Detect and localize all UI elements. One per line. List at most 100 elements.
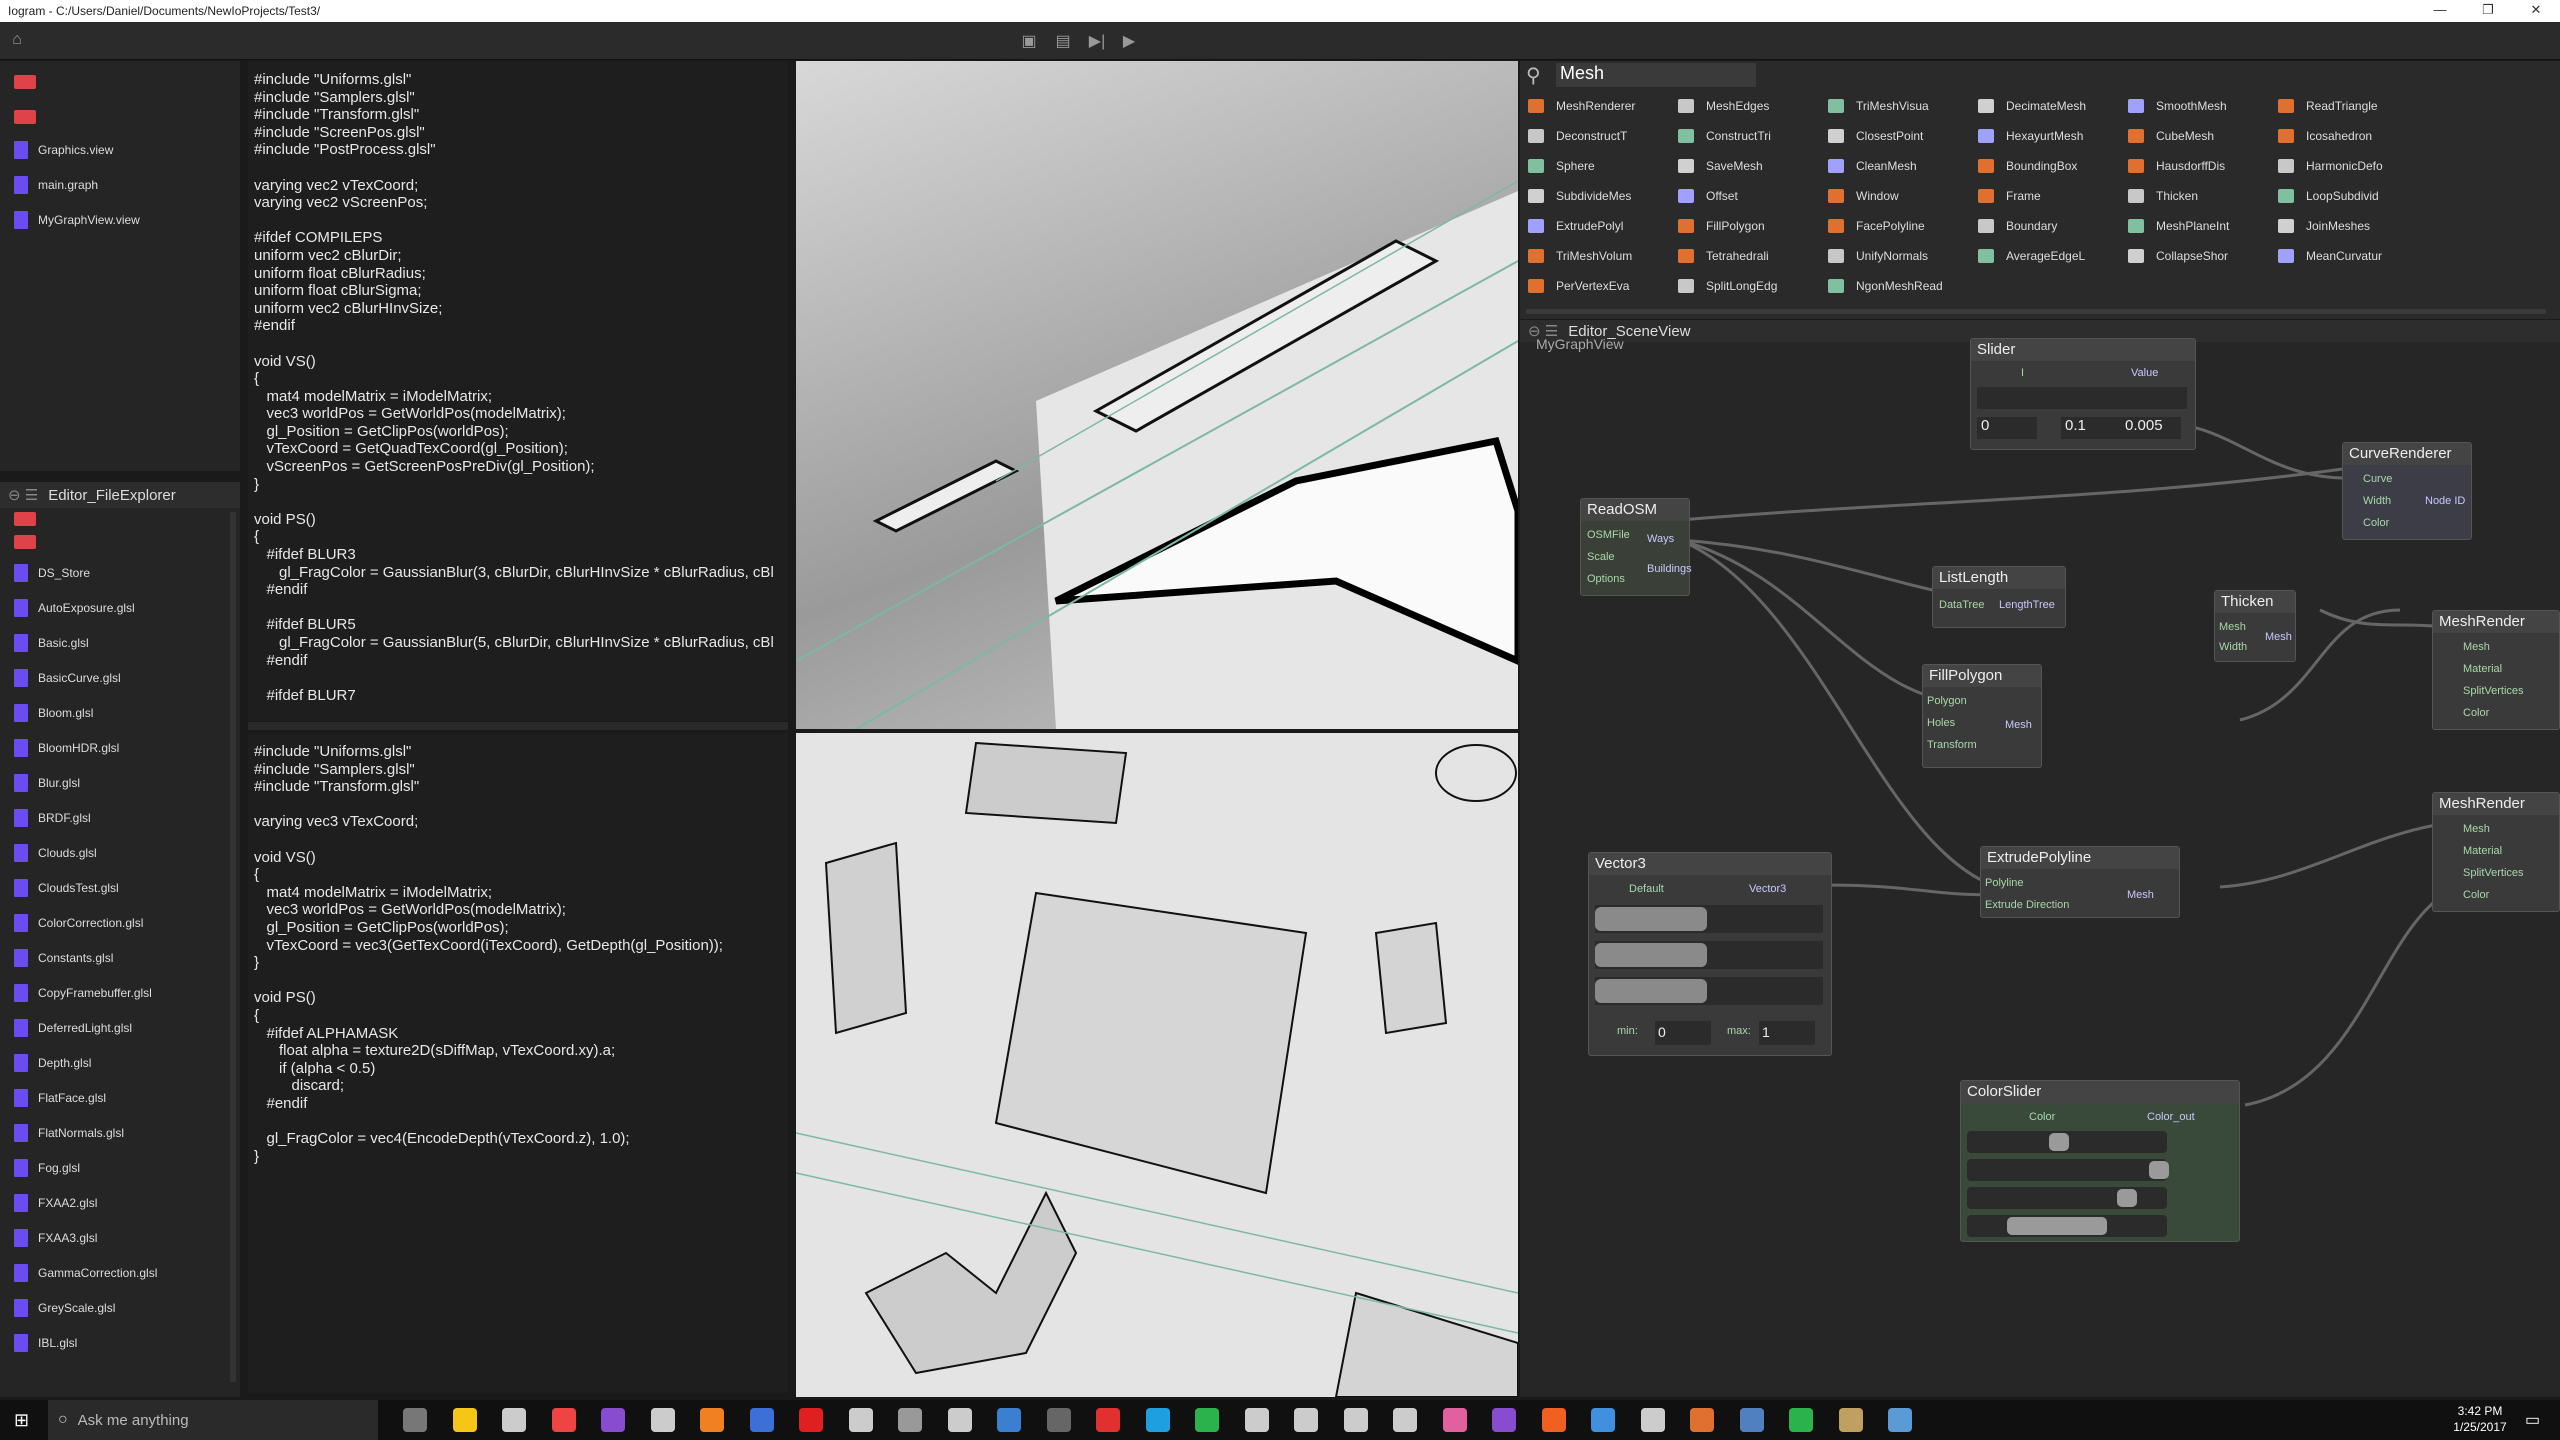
color-slider-track[interactable] [1967, 1215, 2167, 1237]
library-item[interactable]: SaveMesh [1678, 159, 1763, 173]
vector3-slider[interactable] [1595, 977, 1823, 1005]
library-item[interactable]: SubdivideMes [1528, 189, 1631, 203]
node-meshr1[interactable]: MeshRender Mesh Material SplitVertices Color [2432, 610, 2560, 730]
library-item[interactable]: MeshEdges [1678, 99, 1769, 113]
node-output-pin[interactable]: Mesh [2127, 889, 2154, 901]
file-item[interactable]: MyGraphView.view [14, 209, 140, 231]
library-item[interactable]: TriMeshVisua [1828, 99, 1929, 113]
maximize-button[interactable]: ❐ [2468, 2, 2508, 18]
node-max-label[interactable]: max: [1727, 1025, 1751, 1037]
library-item[interactable]: HexayurtMesh [1978, 129, 2083, 143]
library-item[interactable]: Boundary [1978, 219, 2057, 233]
library-item[interactable]: Frame [1978, 189, 2041, 203]
taskbar-app-icon[interactable] [1591, 1408, 1615, 1432]
taskbar-app-icon[interactable] [1294, 1408, 1318, 1432]
taskbar-app-icon[interactable] [1640, 1408, 1665, 1432]
file-item[interactable]: GammaCorrection.glsl [14, 1262, 157, 1284]
file-item[interactable]: main.graph [14, 174, 98, 196]
library-item[interactable]: NgonMeshRead [1828, 279, 1943, 293]
library-item[interactable]: MeanCurvatur [2278, 249, 2382, 263]
taskbar-app-icon[interactable] [502, 1408, 526, 1432]
library-item[interactable]: DeconstructT [1528, 129, 1627, 143]
horizontal-scrollbar[interactable] [1526, 309, 2546, 314]
taskbar-app-icon[interactable] [1838, 1408, 1863, 1432]
node-input-pin[interactable]: Material [2463, 663, 2502, 675]
node-fillpoly[interactable]: FillPolygon Polygon Holes Transform Mesh [1922, 664, 2042, 768]
taskbar-app-icon[interactable] [1046, 1408, 1071, 1432]
node-input-pin[interactable]: Extrude Direction [1985, 899, 2069, 911]
node-input-pin[interactable]: Holes [1927, 717, 1955, 729]
file-item[interactable]: DS_Store [14, 562, 90, 584]
library-item[interactable]: CollapseShor [2128, 249, 2228, 263]
node-input-pin[interactable]: Width [2219, 641, 2247, 653]
taskbar-app-icon[interactable] [898, 1408, 922, 1432]
file-item[interactable]: FXAA3.glsl [14, 1227, 97, 1249]
taskbar-app-icon[interactable] [700, 1408, 724, 1432]
save-icon[interactable]: ▤ [1052, 31, 1074, 51]
clock-date[interactable]: 1/25/2017 [2445, 1420, 2515, 1434]
viewport-3d-bottom[interactable] [796, 733, 1518, 1397]
scrollbar[interactable] [230, 512, 236, 1382]
node-input-pin[interactable]: Polygon [1927, 695, 1967, 707]
node-colorslider[interactable]: ColorSlider Color Color_out [1960, 1080, 2240, 1242]
node-vector3[interactable]: Vector3 Default Vector3 min: 0 max: 1 [1588, 852, 1832, 1056]
file-item[interactable]: BRDF.glsl [14, 807, 91, 829]
vector3-slider[interactable] [1595, 941, 1823, 969]
library-item[interactable]: Tetrahedrali [1678, 249, 1769, 263]
node-output-pin[interactable]: Node ID [2425, 495, 2465, 507]
taskbar-app-icon[interactable] [601, 1408, 625, 1432]
taskbar-app-icon[interactable] [1096, 1408, 1120, 1432]
library-item[interactable]: AverageEdgeL [1978, 249, 2085, 263]
library-item[interactable]: FillPolygon [1678, 219, 1765, 233]
node-input-pin[interactable]: Scale [1587, 551, 1615, 563]
file-item[interactable]: CopyFramebuffer.glsl [14, 982, 152, 1004]
vector3-slider[interactable] [1595, 905, 1823, 933]
node-output-pin[interactable]: LengthTree [1999, 599, 2055, 611]
file-item[interactable]: Clouds.glsl [14, 842, 97, 864]
node-output-pin[interactable]: Color_out [2147, 1111, 2195, 1123]
node-input-pin[interactable]: Mesh [2219, 621, 2246, 633]
node-output-pin[interactable]: Vector3 [1749, 883, 1786, 895]
taskbar-app-icon[interactable] [403, 1408, 427, 1432]
library-item[interactable]: SplitLongEdg [1678, 279, 1777, 293]
node-input-pin[interactable]: Width [2363, 495, 2391, 507]
node-output-pin[interactable]: Buildings [1647, 563, 1692, 575]
file-item[interactable]: Fog.glsl [14, 1157, 80, 1179]
library-item[interactable]: FacePolyline [1828, 219, 1925, 233]
folder-item[interactable] [14, 508, 36, 530]
taskbar-app-icon[interactable] [799, 1408, 823, 1432]
node-input-pin[interactable]: DataTree [1939, 599, 1984, 611]
node-input-pin[interactable]: Color [2463, 889, 2489, 901]
taskbar-app-icon[interactable] [1195, 1408, 1219, 1432]
windows-start-icon[interactable]: ⊞ [14, 1410, 29, 1431]
taskbar-app-icon[interactable] [1789, 1408, 1813, 1432]
file-item[interactable]: CloudsTest.glsl [14, 877, 119, 899]
file-item[interactable]: GreyScale.glsl [14, 1297, 115, 1319]
file-item[interactable]: Graphics.view [14, 139, 113, 161]
library-item[interactable]: ClosestPoint [1828, 129, 1923, 143]
taskbar-app-icon[interactable] [1541, 1408, 1566, 1432]
node-input-pin[interactable]: Transform [1927, 739, 1977, 751]
slider-fill[interactable] [1595, 979, 1707, 1003]
node-output-pin[interactable]: Mesh [2005, 719, 2032, 731]
library-item[interactable]: HausdorffDis [2128, 159, 2225, 173]
color-slider-track[interactable] [1967, 1131, 2167, 1153]
library-item[interactable]: HarmonicDefo [2278, 159, 2383, 173]
clock-time[interactable]: 3:42 PM [2445, 1404, 2515, 1418]
library-item[interactable]: CubeMesh [2128, 129, 2214, 143]
library-item[interactable]: LoopSubdivid [2278, 189, 2379, 203]
taskbar-app-icon[interactable] [1690, 1408, 1714, 1432]
taskbar-app-icon[interactable] [848, 1408, 873, 1432]
color-slider-thumb[interactable] [2117, 1189, 2137, 1207]
node-output-pin[interactable]: Ways [1647, 533, 1674, 545]
slider-fill[interactable] [1595, 943, 1707, 967]
library-item[interactable]: Icosahedron [2278, 129, 2372, 143]
library-item[interactable]: SmoothMesh [2128, 99, 2227, 113]
file-item[interactable]: ColorCorrection.glsl [14, 912, 143, 934]
taskbar-app-icon[interactable] [650, 1408, 675, 1432]
node-min-label[interactable]: min: [1617, 1025, 1638, 1037]
taskbar-app-icon[interactable] [997, 1408, 1021, 1432]
taskbar-app-icon[interactable] [749, 1408, 774, 1432]
taskbar-app-icon[interactable] [947, 1408, 972, 1432]
node-output-pin[interactable]: Mesh [2265, 631, 2292, 643]
